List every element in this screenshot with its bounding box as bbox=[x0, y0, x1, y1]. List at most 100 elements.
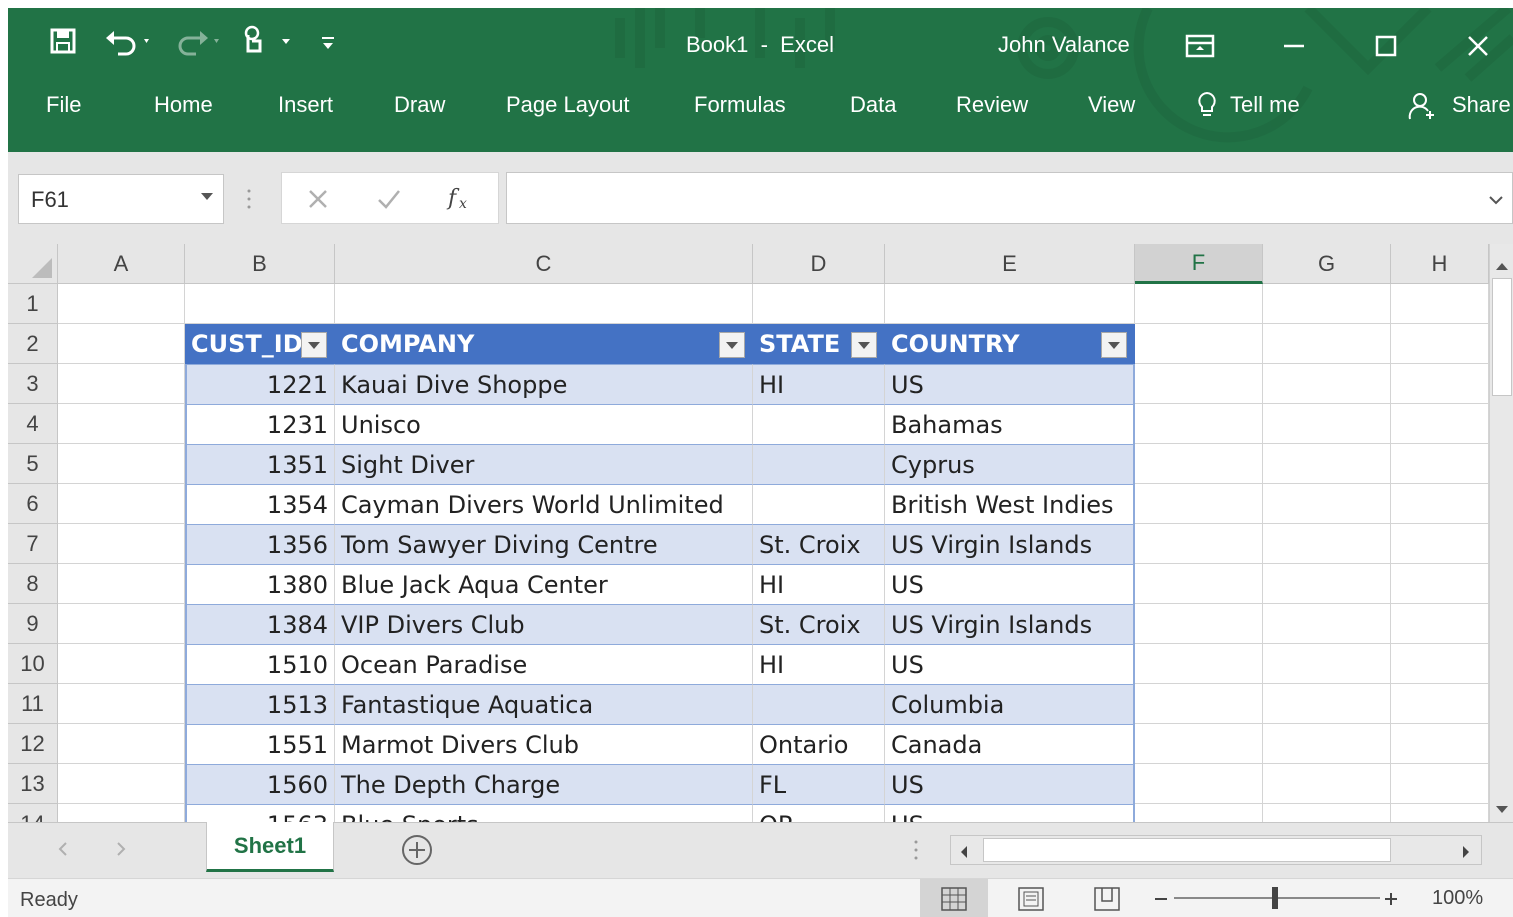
grid-cell[interactable] bbox=[1135, 444, 1263, 484]
scroll-right-icon[interactable] bbox=[1461, 844, 1471, 863]
row-header-9[interactable]: 9 bbox=[8, 604, 58, 644]
column-header-b[interactable]: B bbox=[185, 244, 335, 284]
minimize-icon[interactable] bbox=[1272, 26, 1316, 66]
ribbon-display-options-icon[interactable] bbox=[1178, 26, 1222, 66]
grid-cell[interactable] bbox=[1391, 724, 1489, 764]
table-cell[interactable]: Blue Sports bbox=[335, 804, 753, 822]
column-header-c[interactable]: C bbox=[335, 244, 753, 284]
table-cell[interactable]: US bbox=[885, 804, 1135, 822]
grid-cell[interactable] bbox=[1263, 724, 1391, 764]
row-header-13[interactable]: 13 bbox=[8, 764, 58, 804]
customize-toolbar-icon[interactable] bbox=[316, 26, 340, 56]
tab-view[interactable]: View bbox=[1088, 92, 1135, 118]
grid-cell[interactable] bbox=[58, 284, 185, 324]
grid-cell[interactable] bbox=[335, 284, 753, 324]
grid-cell[interactable] bbox=[1391, 524, 1489, 564]
table-cell[interactable] bbox=[753, 444, 885, 484]
grid-cell[interactable] bbox=[58, 404, 185, 444]
grid-cell[interactable] bbox=[58, 724, 185, 764]
table-cell[interactable]: HI bbox=[753, 364, 885, 404]
grid-cell[interactable] bbox=[1135, 524, 1263, 564]
table-header-country[interactable]: COUNTRY bbox=[885, 324, 1135, 364]
add-sheet-icon[interactable] bbox=[400, 833, 434, 871]
grid-cell[interactable] bbox=[58, 324, 185, 364]
table-cell[interactable]: Ontario bbox=[753, 724, 885, 764]
grid-cell[interactable] bbox=[1135, 684, 1263, 724]
zoom-in-icon[interactable] bbox=[1384, 891, 1398, 910]
grid-cell[interactable] bbox=[1263, 764, 1391, 804]
grid-cell[interactable] bbox=[1263, 564, 1391, 604]
tab-page-layout[interactable]: Page Layout bbox=[506, 92, 630, 118]
column-header-h[interactable]: H bbox=[1391, 244, 1489, 284]
tab-review[interactable]: Review bbox=[956, 92, 1028, 118]
grid-cell[interactable] bbox=[1135, 404, 1263, 444]
zoom-out-icon[interactable] bbox=[1154, 891, 1168, 910]
table-header-company[interactable]: COMPANY bbox=[335, 324, 753, 364]
grid-cell[interactable] bbox=[1263, 804, 1391, 822]
grid-cell[interactable] bbox=[1135, 324, 1263, 364]
grid-cell[interactable] bbox=[753, 284, 885, 324]
grid-cell[interactable] bbox=[1135, 564, 1263, 604]
enter-check-icon[interactable] bbox=[376, 187, 402, 215]
grid-cell[interactable] bbox=[58, 524, 185, 564]
tab-data[interactable]: Data bbox=[850, 92, 896, 118]
grid-cell[interactable] bbox=[58, 764, 185, 804]
filter-dropdown-icon[interactable] bbox=[851, 332, 877, 358]
table-cell[interactable]: OR bbox=[753, 804, 885, 822]
row-header-2[interactable]: 2 bbox=[8, 324, 58, 364]
table-cell[interactable]: 1384 bbox=[185, 604, 335, 644]
table-cell[interactable]: The Depth Charge bbox=[335, 764, 753, 804]
close-icon[interactable] bbox=[1456, 26, 1500, 66]
table-cell[interactable]: Marmot Divers Club bbox=[335, 724, 753, 764]
grid-cell[interactable] bbox=[58, 684, 185, 724]
table-cell[interactable]: Bahamas bbox=[885, 404, 1135, 444]
maximize-icon[interactable] bbox=[1364, 26, 1408, 66]
grid-cell[interactable] bbox=[1391, 604, 1489, 644]
grid-cell[interactable] bbox=[58, 564, 185, 604]
grid-cell[interactable] bbox=[58, 804, 185, 822]
table-cell[interactable]: St. Croix bbox=[753, 604, 885, 644]
drag-handle-icon[interactable] bbox=[247, 188, 251, 210]
grid-cell[interactable] bbox=[1135, 644, 1263, 684]
grid-cell[interactable] bbox=[1391, 364, 1489, 404]
table-cell[interactable]: HI bbox=[753, 564, 885, 604]
grid-cell[interactable] bbox=[1263, 604, 1391, 644]
grid-cell[interactable] bbox=[58, 484, 185, 524]
tab-file[interactable]: File bbox=[46, 92, 81, 118]
column-header-d[interactable]: D bbox=[753, 244, 885, 284]
formula-input[interactable] bbox=[506, 172, 1513, 224]
table-cell[interactable]: Tom Sawyer Diving Centre bbox=[335, 524, 753, 564]
vertical-scrollbar[interactable] bbox=[1489, 244, 1513, 822]
save-icon[interactable] bbox=[46, 24, 80, 58]
grid-cell[interactable] bbox=[1263, 404, 1391, 444]
grid-cell[interactable] bbox=[1135, 804, 1263, 822]
grid-cell[interactable] bbox=[1391, 764, 1489, 804]
table-cell[interactable]: Sight Diver bbox=[335, 444, 753, 484]
table-cell[interactable]: Canada bbox=[885, 724, 1135, 764]
grid-cell[interactable] bbox=[1391, 484, 1489, 524]
vertical-scroll-thumb[interactable] bbox=[1492, 278, 1512, 396]
select-all-corner[interactable] bbox=[8, 244, 58, 284]
row-header-10[interactable]: 10 bbox=[8, 644, 58, 684]
table-cell[interactable]: Blue Jack Aqua Center bbox=[335, 564, 753, 604]
table-cell[interactable]: US Virgin Islands bbox=[885, 524, 1135, 564]
grid-cell[interactable] bbox=[1135, 764, 1263, 804]
row-header-7[interactable]: 7 bbox=[8, 524, 58, 564]
cancel-icon[interactable] bbox=[306, 187, 330, 215]
row-header-3[interactable]: 3 bbox=[8, 364, 58, 404]
zoom-level[interactable]: 100% bbox=[1432, 887, 1483, 910]
table-cell[interactable]: US bbox=[885, 364, 1135, 404]
table-cell[interactable]: Columbia bbox=[885, 684, 1135, 724]
table-header-state[interactable]: STATE bbox=[753, 324, 885, 364]
grid-cell[interactable] bbox=[885, 284, 1135, 324]
table-cell[interactable]: 1354 bbox=[185, 484, 335, 524]
table-cell[interactable]: Kauai Dive Shoppe bbox=[335, 364, 753, 404]
table-cell[interactable]: US bbox=[885, 564, 1135, 604]
grid-cell[interactable] bbox=[1135, 724, 1263, 764]
tab-home[interactable]: Home bbox=[154, 92, 213, 118]
user-name[interactable]: John Valance bbox=[998, 32, 1130, 58]
table-cell[interactable]: 1551 bbox=[185, 724, 335, 764]
column-header-a[interactable]: A bbox=[58, 244, 185, 284]
expand-formula-bar-icon[interactable] bbox=[1488, 191, 1504, 210]
grid-cell[interactable] bbox=[58, 644, 185, 684]
